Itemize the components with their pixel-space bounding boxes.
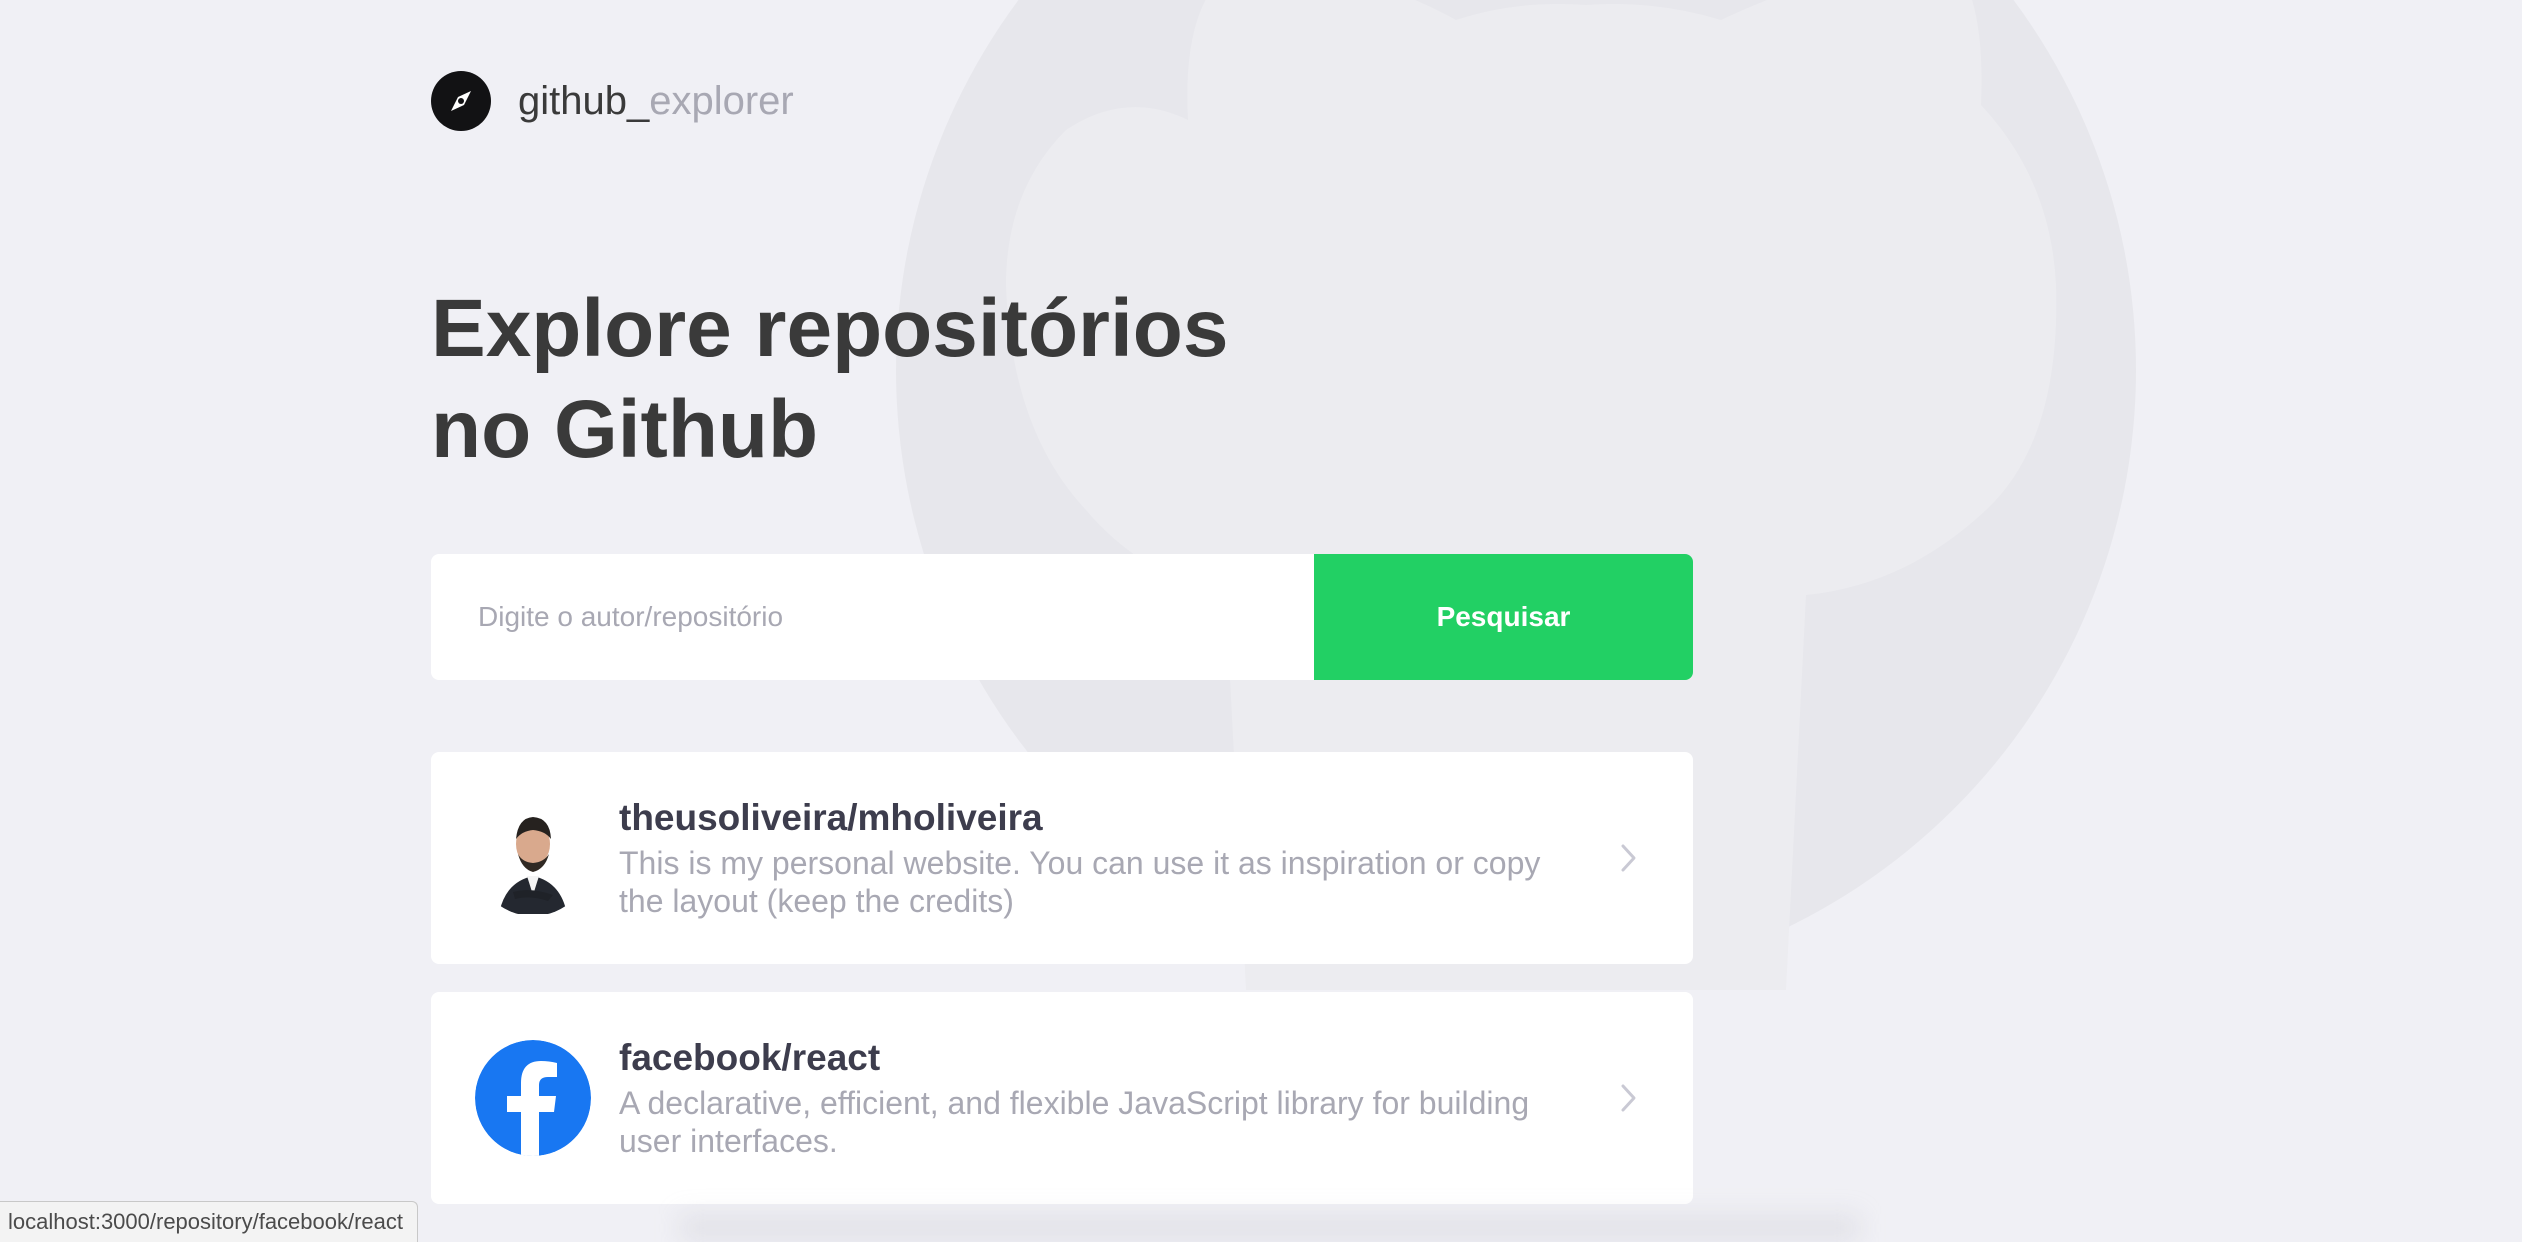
brand-name: github_explorer — [518, 79, 794, 124]
facebook-logo-icon — [475, 1040, 591, 1156]
repository-info: theusoliveira/mholiveira This is my pers… — [619, 796, 1569, 920]
chevron-right-icon — [1621, 844, 1636, 872]
search-button[interactable]: Pesquisar — [1314, 554, 1693, 680]
search-form: Pesquisar — [431, 554, 1693, 680]
repository-description: A declarative, efficient, and flexible J… — [619, 1085, 1530, 1159]
bottom-shadow — [680, 1214, 1860, 1242]
repository-title: theusoliveira/mholiveira — [619, 797, 1043, 838]
repository-info: facebook/react A declarative, efficient,… — [619, 1036, 1569, 1160]
page-title-line-1: Explore repositórios — [431, 283, 1229, 374]
search-input[interactable] — [431, 554, 1314, 680]
repository-list: theusoliveira/mholiveira This is my pers… — [431, 752, 1693, 1232]
chevron-right-icon — [1621, 1084, 1636, 1112]
compass-icon — [431, 71, 491, 131]
repository-description: This is my personal website. You can use… — [619, 845, 1541, 919]
brand-name-suffix: explorer — [649, 78, 794, 123]
person-avatar-icon — [475, 800, 591, 916]
brand-name-prefix: github_ — [518, 78, 650, 123]
repository-card[interactable]: facebook/react A declarative, efficient,… — [431, 992, 1693, 1204]
repository-title: facebook/react — [619, 1037, 881, 1078]
statusbar-url: localhost:3000/repository/facebook/react — [8, 1209, 404, 1234]
repository-card[interactable]: theusoliveira/mholiveira This is my pers… — [431, 752, 1693, 964]
page-title-line-2: no Github — [431, 384, 819, 475]
page-title: Explore repositórios no Github — [431, 278, 1411, 480]
brand-logo: github_explorer — [431, 70, 794, 132]
browser-statusbar: localhost:3000/repository/facebook/react — [0, 1201, 419, 1242]
